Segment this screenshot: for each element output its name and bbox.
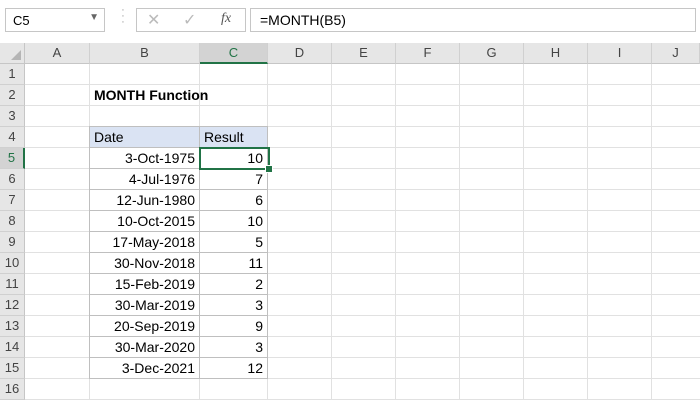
row-header-16[interactable]: 16 <box>0 379 25 400</box>
cancel-icon[interactable]: ✕ <box>147 10 160 30</box>
row-header-15[interactable]: 15 <box>0 358 25 379</box>
row-header-5[interactable]: 5 <box>0 148 25 169</box>
date-cell[interactable]: 30-Nov-2018 <box>89 252 200 274</box>
formula-bar-area: C5 ▼ · · · ✕ ✓ fx =MONTH(B5) <box>0 0 700 44</box>
gridline <box>587 64 588 400</box>
row-header-12[interactable]: 12 <box>0 295 25 316</box>
column-header-c[interactable]: C <box>200 43 268 64</box>
date-cell[interactable]: 15-Feb-2019 <box>89 273 200 295</box>
column-header-f[interactable]: F <box>396 43 460 64</box>
row-header-3[interactable]: 3 <box>0 106 25 127</box>
select-all-button[interactable] <box>0 43 25 64</box>
row-header-14[interactable]: 14 <box>0 337 25 358</box>
column-header-j[interactable]: J <box>652 43 700 64</box>
row-header-13[interactable]: 13 <box>0 316 25 337</box>
row-header-11[interactable]: 11 <box>0 274 25 295</box>
date-cell[interactable]: 4-Jul-1976 <box>89 168 200 190</box>
result-cell[interactable]: 2 <box>199 273 268 295</box>
result-cell[interactable]: 6 <box>199 189 268 211</box>
insert-function-icon[interactable]: fx <box>221 11 231 27</box>
header-result[interactable]: Result <box>199 126 268 148</box>
formula-buttons: ✕ ✓ fx <box>136 8 246 32</box>
column-header-d[interactable]: D <box>268 43 332 64</box>
column-header-g[interactable]: G <box>460 43 524 64</box>
chevron-down-icon[interactable]: ▼ <box>89 12 99 23</box>
column-header-h[interactable]: H <box>524 43 588 64</box>
name-box[interactable]: C5 ▼ <box>5 8 105 32</box>
row-header-2[interactable]: 2 <box>0 85 25 106</box>
formula-input[interactable]: =MONTH(B5) <box>250 8 696 32</box>
name-box-value: C5 <box>13 13 30 28</box>
date-cell[interactable]: 10-Oct-2015 <box>89 210 200 232</box>
formula-text: =MONTH(B5) <box>260 12 346 28</box>
drag-handle-icon[interactable]: · · · <box>117 5 129 35</box>
result-cell[interactable]: 11 <box>199 252 268 274</box>
date-cell[interactable]: 20-Sep-2019 <box>89 315 200 337</box>
column-header-a[interactable]: A <box>25 43 90 64</box>
result-cell[interactable]: 7 <box>199 168 268 190</box>
column-header-i[interactable]: I <box>588 43 652 64</box>
sheet-title[interactable]: MONTH Function <box>90 85 270 106</box>
gridline <box>331 64 332 400</box>
gridline <box>459 64 460 400</box>
header-date[interactable]: Date <box>89 126 200 148</box>
gridline <box>651 64 652 400</box>
result-cell[interactable]: 3 <box>199 336 268 358</box>
gridline <box>395 64 396 400</box>
row-header-8[interactable]: 8 <box>0 211 25 232</box>
result-cell[interactable]: 5 <box>199 231 268 253</box>
row-header-6[interactable]: 6 <box>0 169 25 190</box>
row-header-1[interactable]: 1 <box>0 64 25 85</box>
date-cell[interactable]: 12-Jun-1980 <box>89 189 200 211</box>
row-header-7[interactable]: 7 <box>0 190 25 211</box>
date-cell[interactable]: 17-May-2018 <box>89 231 200 253</box>
gridline <box>523 64 524 400</box>
row-header-4[interactable]: 4 <box>0 127 25 148</box>
result-cell[interactable]: 12 <box>199 357 268 379</box>
row-header-9[interactable]: 9 <box>0 232 25 253</box>
result-cell[interactable]: 9 <box>199 315 268 337</box>
date-cell[interactable]: 30-Mar-2020 <box>89 336 200 358</box>
column-header-e[interactable]: E <box>332 43 396 64</box>
active-cell-border <box>199 147 270 170</box>
row-header-10[interactable]: 10 <box>0 253 25 274</box>
enter-icon[interactable]: ✓ <box>183 10 196 30</box>
fill-handle[interactable] <box>265 165 273 173</box>
column-header-b[interactable]: B <box>90 43 200 64</box>
date-cell[interactable]: 3-Oct-1975 <box>89 147 200 169</box>
date-cell[interactable]: 30-Mar-2019 <box>89 294 200 316</box>
result-cell[interactable]: 3 <box>199 294 268 316</box>
result-cell[interactable]: 10 <box>199 210 268 232</box>
date-cell[interactable]: 3-Dec-2021 <box>89 357 200 379</box>
select-all-icon <box>11 50 21 60</box>
